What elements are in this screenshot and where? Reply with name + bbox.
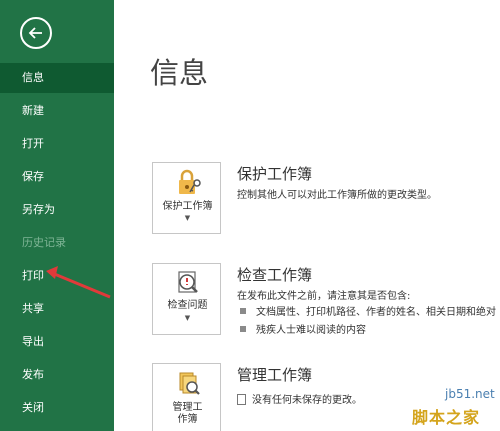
manage-workbook-button[interactable]: 管理工 作簿 (152, 363, 221, 431)
inspect-workbook-description: 在发布此文件之前，请注意其是否包含: (237, 291, 411, 302)
protect-workbook-label: 保护工作簿 (162, 201, 213, 212)
nav-item-save-as[interactable]: 另存为 (0, 195, 114, 225)
page-title: 信息 (150, 56, 209, 90)
nav-item-share[interactable]: 共享 (0, 294, 114, 324)
backstage-sidebar: 信息 新建 打开 保存 另存为 历史记录 打印 共享 导出 发布 关闭 (0, 0, 114, 431)
nav-item-open[interactable]: 打开 (0, 129, 114, 159)
dropdown-caret-icon: ▼ (184, 214, 191, 222)
nav-item-history: 历史记录 (22, 236, 66, 249)
nav-item-close[interactable]: 关闭 (0, 393, 114, 423)
manage-workbook-title: 管理工作簿 (237, 366, 313, 384)
watermark-name: 脚本之家 (412, 408, 481, 427)
inspect-bullet-item: 残疾人士难以阅读的内容 (240, 321, 366, 336)
watermark-site: jb51.net (445, 387, 495, 401)
nav-item-save[interactable]: 保存 (0, 162, 114, 192)
bullet-square-icon (240, 308, 246, 314)
document-small-icon (237, 394, 246, 405)
inspect-document-icon (153, 269, 222, 299)
bullet-square-icon (240, 326, 246, 332)
nav-item-info[interactable]: 信息 (0, 63, 114, 93)
protect-workbook-title: 保护工作簿 (237, 165, 313, 183)
manage-workbook-icon (153, 369, 222, 399)
protect-workbook-button[interactable]: 保护工作簿 ▼ (152, 162, 221, 234)
nav-item-publish[interactable]: 发布 (0, 360, 114, 390)
inspect-workbook-title: 检查工作簿 (237, 266, 313, 284)
protect-workbook-description: 控制其他人可以对此工作簿所做的更改类型。 (237, 190, 437, 201)
check-issues-label: 检查问题 (167, 300, 208, 311)
nav-item-print[interactable]: 打印 (0, 261, 114, 291)
lock-key-icon (153, 168, 222, 198)
check-issues-button[interactable]: 检查问题 ▼ (152, 263, 221, 335)
back-button[interactable] (20, 17, 52, 49)
dropdown-caret-icon: ▼ (184, 314, 191, 322)
back-arrow-icon (28, 27, 42, 39)
manage-workbook-label-line2: 作簿 (177, 414, 198, 425)
nav-item-new[interactable]: 新建 (0, 96, 114, 126)
manage-workbook-description: 没有任何未保存的更改。 (237, 391, 362, 406)
bullet-text: 残疾人士难以阅读的内容 (256, 325, 366, 336)
nav-item-export[interactable]: 导出 (0, 327, 114, 357)
manage-workbook-status-text: 没有任何未保存的更改。 (252, 395, 362, 406)
inspect-bullet-item: 文档属性、打印机路径、作者的姓名、相关日期和绝对 (240, 303, 496, 318)
manage-workbook-label-line1: 管理工 (172, 402, 203, 413)
bullet-text: 文档属性、打印机路径、作者的姓名、相关日期和绝对 (256, 307, 496, 318)
